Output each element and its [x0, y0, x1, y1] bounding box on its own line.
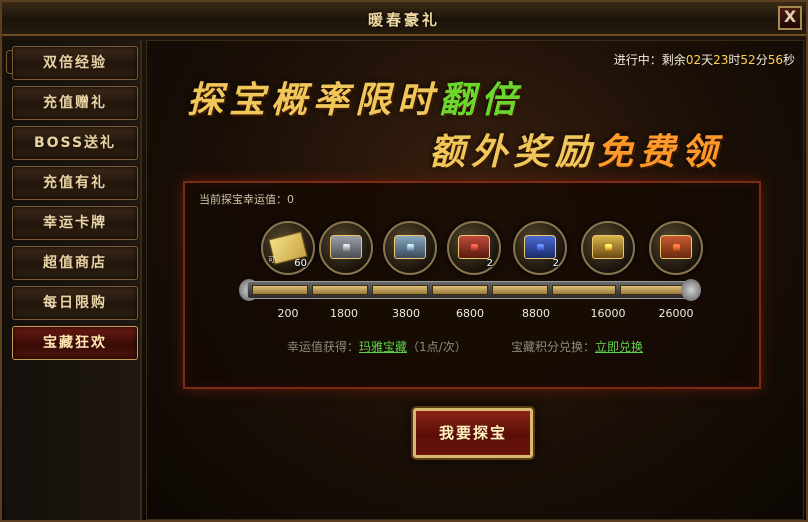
luck-gain-row: 幸运值获得：玛雅宝藏（1点/次）	[287, 338, 467, 355]
timer-days: 02	[685, 53, 702, 67]
title-bar: 暖春豪礼 X	[2, 2, 806, 36]
maya-treasure-link[interactable]: 玛雅宝藏	[359, 340, 407, 354]
silver-chest-icon	[330, 235, 362, 259]
threshold-label: 3800	[392, 307, 420, 320]
reward-slot[interactable]	[383, 221, 437, 275]
progress-segment	[252, 285, 308, 295]
reward-slot[interactable]	[581, 221, 635, 275]
exchange-label: 宝藏积分兑换：	[511, 340, 596, 354]
sidebar-item-treasure-carnival[interactable]: 宝藏狂欢	[12, 326, 138, 360]
progress-segment	[492, 285, 548, 295]
sidebar: 双倍经验 充值赠礼 BOSS送礼 充值有礼 幸运卡牌 超值商店 每日限购 宝藏狂…	[4, 40, 142, 520]
reward-slot[interactable]	[649, 221, 703, 275]
timer-seconds: 56	[767, 53, 783, 67]
reward-slot[interactable]	[319, 221, 373, 275]
banner-line-2-highlight: 免费领	[597, 131, 724, 173]
banner-line-1-text: 探宝概率限时	[187, 79, 440, 121]
blue-chest-icon	[524, 235, 556, 259]
sidebar-item-double-exp[interactable]: 双倍经验	[12, 46, 138, 80]
threshold-label: 200	[277, 307, 299, 320]
lottery-panel: 当前探宝幸运值：0 可 60 2 2 200 1800 3800 6800 88…	[183, 181, 761, 389]
sidebar-item-daily-limit[interactable]: 每日限购	[12, 286, 138, 320]
banner-line-2: 额外奖励免费领	[429, 123, 723, 175]
threshold-label: 8800	[522, 307, 550, 320]
countdown-timer: 进行中：剩余02天23时52分56秒	[614, 51, 795, 68]
timer-minute-unit: 分	[755, 53, 768, 67]
luck-progress-bar	[247, 281, 691, 299]
silver-chest-icon	[394, 235, 426, 259]
reward-slot[interactable]: 可 60	[261, 221, 315, 275]
sidebar-item-recharge-gift[interactable]: 充值赠礼	[12, 86, 138, 120]
start-treasure-button[interactable]: 我要探宝	[413, 408, 533, 458]
banner-line-2-text: 额外奖励	[429, 131, 598, 173]
reward-slot[interactable]: 2	[447, 221, 501, 275]
timer-second-unit: 秒	[782, 53, 795, 67]
exchange-now-link[interactable]: 立即兑换	[595, 340, 643, 354]
reward-slot[interactable]: 2	[513, 221, 567, 275]
timer-minutes: 52	[740, 53, 756, 67]
close-button[interactable]: X	[778, 6, 802, 30]
progress-cap-right	[681, 279, 701, 301]
threshold-label: 6800	[456, 307, 484, 320]
reward-count: 2	[486, 258, 493, 269]
red-gold-chest-icon	[660, 235, 692, 259]
sidebar-item-value-shop[interactable]: 超值商店	[12, 246, 138, 280]
reward-count: 2	[552, 258, 559, 269]
sidebar-item-lucky-card[interactable]: 幸运卡牌	[12, 206, 138, 240]
progress-segment	[372, 285, 428, 295]
timer-hours: 23	[713, 53, 729, 67]
main-panel: 进行中：剩余02天23时52分56秒 探宝概率限时翻倍 额外奖励免费领 当前探宝…	[146, 40, 804, 520]
gold-chest-icon	[592, 235, 624, 259]
threshold-label: 1800	[330, 307, 358, 320]
progress-segment	[312, 285, 368, 295]
event-window: 暖春豪礼 X 双倍经验 充值赠礼 BOSS送礼 充值有礼 幸运卡牌 超值商店 每…	[0, 0, 808, 522]
threshold-label: 26000	[658, 307, 694, 320]
progress-segment	[620, 285, 684, 295]
luck-value-label: 当前探宝幸运值：0	[199, 193, 294, 206]
progress-segment	[552, 285, 616, 295]
progress-segment	[432, 285, 488, 295]
timer-prefix: 进行中：剩余	[613, 53, 686, 67]
window-title: 暖春豪礼	[367, 11, 440, 29]
exchange-row: 宝藏积分兑换：立即兑换	[511, 338, 643, 355]
timer-hour-unit: 时	[728, 53, 741, 67]
reward-tag: 可	[268, 256, 275, 264]
sidebar-item-boss-gift[interactable]: BOSS送礼	[12, 126, 138, 160]
threshold-label: 16000	[590, 307, 626, 320]
red-chest-icon	[458, 235, 490, 259]
luck-gain-label: 幸运值获得：	[287, 340, 360, 354]
banner-line-1: 探宝概率限时翻倍	[187, 71, 523, 123]
banner-line-1-highlight: 翻倍	[439, 79, 524, 121]
timer-day-unit: 天	[701, 53, 714, 67]
reward-count: 60	[294, 258, 307, 269]
sidebar-item-recharge-reward[interactable]: 充值有礼	[12, 166, 138, 200]
luck-gain-note: （1点/次）	[407, 340, 467, 354]
